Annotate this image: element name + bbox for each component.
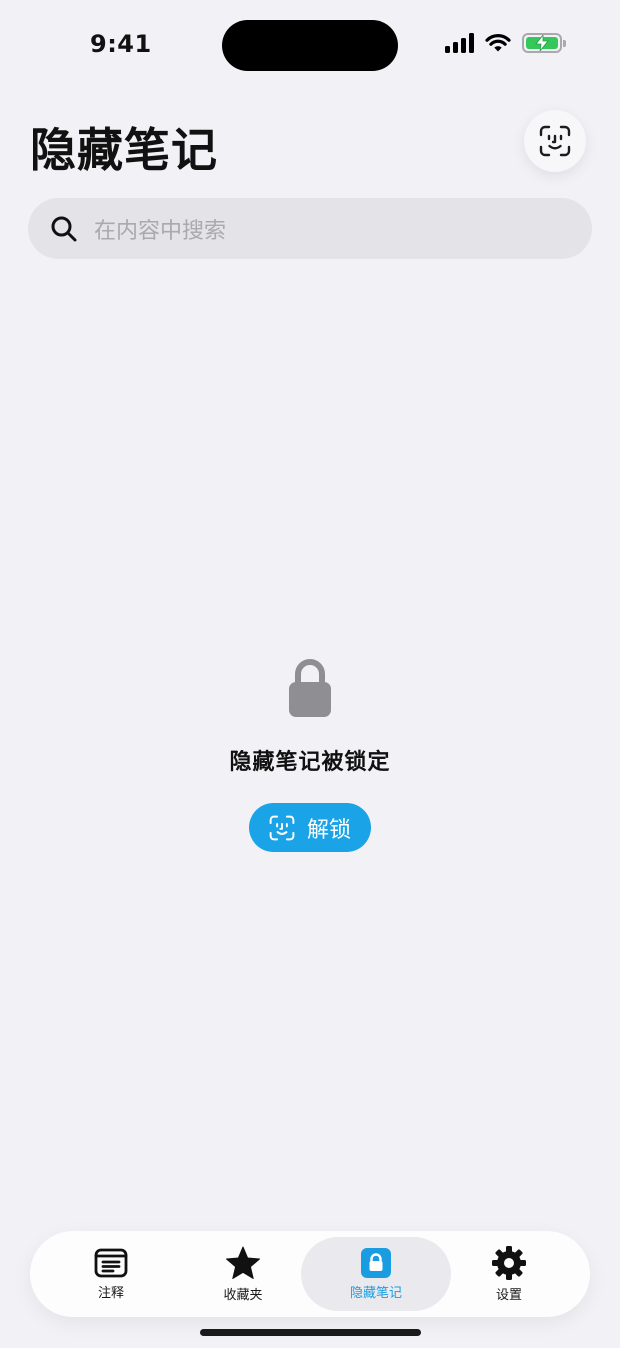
tab-settings-label: 设置 [495,1287,522,1303]
lock-icon [289,659,331,717]
unlock-button[interactable]: 解锁 [249,803,371,852]
home-indicator [200,1329,421,1336]
tab-notes[interactable]: 注释 [46,1237,176,1311]
lock-icon [361,1247,391,1278]
status-icons [445,33,566,53]
wifi-icon [485,34,511,52]
status-time: 9:41 [90,30,152,58]
tab-bar: 注释 收藏夹 隐藏笔记 设置 [30,1231,590,1317]
face-id-icon [539,125,571,157]
notes-icon [94,1248,128,1277]
screen: 9:41 隐藏笔记 在内容中搜索 隐藏笔记被锁定 解锁 注释 收藏夹 隐藏笔记 … [0,0,620,1348]
face-id-button[interactable] [524,110,586,172]
gear-icon [492,1245,526,1280]
tab-settings[interactable]: 设置 [444,1237,574,1311]
tab-hidden-notes[interactable]: 隐藏笔记 [301,1237,451,1311]
search-input[interactable]: 在内容中搜索 [28,198,592,259]
tab-favorites[interactable]: 收藏夹 [178,1237,308,1311]
search-placeholder: 在内容中搜索 [94,218,227,244]
search-icon [51,216,77,241]
tab-favorites-label: 收藏夹 [223,1287,263,1303]
star-icon [226,1246,260,1279]
tab-hidden-notes-label: 隐藏笔记 [349,1285,402,1301]
battery-icon [522,33,566,53]
cellular-signal-icon [445,33,474,53]
locked-message: 隐藏笔记被锁定 [229,750,391,775]
face-id-icon [269,815,295,840]
tab-notes-label: 注释 [97,1285,124,1301]
page-title: 隐藏笔记 [30,123,218,177]
dynamic-island [222,20,398,71]
unlock-label: 解锁 [306,817,351,843]
